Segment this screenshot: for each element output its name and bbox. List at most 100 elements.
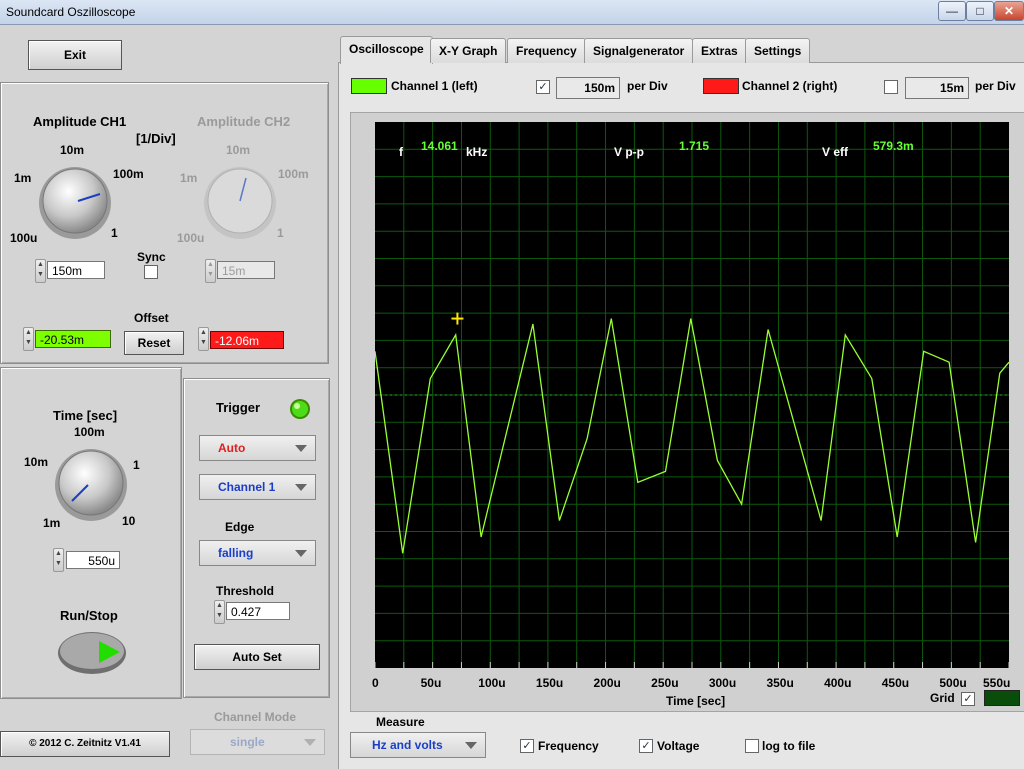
ch1-amp-spinner[interactable]: ▲ ▼	[35, 259, 46, 283]
trigger-led-icon	[290, 399, 310, 419]
title-bar: Soundcard Oszilloscope — □ ✕	[0, 0, 1024, 25]
frequency-checkbox[interactable]: ✓	[520, 739, 534, 753]
chevron-down-icon	[465, 742, 477, 749]
x-axis-label: Time [sec]	[666, 694, 726, 708]
scope-plot[interactable]	[375, 122, 1009, 668]
trigger-edge-dropdown[interactable]: falling	[199, 540, 316, 566]
runstop-label: Run/Stop	[60, 608, 118, 623]
x-tick-label: 450u	[881, 676, 910, 690]
frequency-readout-unit: kHz	[466, 145, 488, 159]
knob-ch2-tick-10m: 10m	[226, 143, 251, 157]
vpp-readout-label: V p-p	[614, 145, 644, 159]
ch2-per-div-field[interactable]: 15m	[905, 77, 969, 99]
ch2-offset-field[interactable]: -12.06m	[210, 331, 284, 349]
trigger-channel-dropdown[interactable]: Channel 1	[199, 474, 316, 500]
log-to-file-label: log to file	[762, 739, 816, 753]
close-button[interactable]: ✕	[994, 1, 1024, 21]
x-tick-label: 300u	[708, 676, 737, 690]
chevron-down-icon	[295, 484, 307, 491]
offset-label: Offset	[134, 311, 169, 325]
channel-mode-dropdown: single	[190, 729, 325, 755]
tab-extras[interactable]: Extras	[692, 38, 747, 63]
measure-mode-value: Hz and volts	[372, 738, 443, 752]
tab-xy-graph[interactable]: X-Y Graph	[430, 38, 507, 63]
ch2-per-div-label: per Div	[975, 79, 1016, 93]
channel-mode-label: Channel Mode	[214, 710, 297, 724]
edge-label: Edge	[225, 520, 255, 534]
tab-frequency[interactable]: Frequency	[507, 38, 586, 63]
amplitude-ch1-knob[interactable]	[30, 158, 120, 248]
time-knob[interactable]	[46, 440, 136, 530]
vpp-readout-value: 1.715	[679, 139, 710, 153]
trigger-mode-dropdown[interactable]: Auto	[199, 435, 316, 461]
time-title: Time [sec]	[53, 408, 118, 423]
ch1-per-div-field[interactable]: 150m	[556, 77, 620, 99]
x-tick-label: 200u	[593, 676, 621, 690]
ch2-color-swatch	[703, 78, 739, 94]
frequency-checkbox-label: Frequency	[538, 739, 599, 753]
ch1-amp-field[interactable]: 150m	[47, 261, 105, 279]
time-spinner[interactable]: ▲ ▼	[53, 548, 64, 572]
frequency-readout-label: f	[399, 145, 403, 159]
threshold-spinner[interactable]: ▲ ▼	[214, 600, 225, 624]
run-stop-button[interactable]	[56, 630, 128, 676]
sync-label: Sync	[137, 250, 166, 264]
x-tick-label: 350u	[766, 676, 794, 690]
channel-mode-value: single	[230, 735, 265, 749]
trigger-mode-value: Auto	[218, 441, 246, 455]
x-tick-label: 500u	[939, 676, 967, 690]
x-tick-label: 0	[372, 676, 379, 690]
log-to-file-checkbox[interactable]	[745, 739, 759, 753]
ch1-label: Channel 1 (left)	[391, 79, 478, 93]
auto-set-button[interactable]: Auto Set	[194, 644, 320, 670]
minimize-button[interactable]: —	[938, 1, 966, 21]
time-field[interactable]: 550u	[66, 551, 120, 569]
exit-button[interactable]: Exit	[28, 40, 122, 70]
offset-reset-button[interactable]: Reset	[124, 331, 184, 355]
sync-checkbox[interactable]	[144, 265, 158, 279]
ch2-offset-spinner[interactable]: ▲ ▼	[198, 327, 209, 351]
ch2-enable-checkbox[interactable]	[884, 80, 898, 94]
amp-ch2-title: Amplitude CH2	[197, 114, 291, 129]
grid-label: Grid	[930, 691, 955, 705]
frequency-readout-value: 14.061	[421, 139, 458, 153]
chevron-down-icon	[304, 739, 316, 746]
x-tick-label: 400u	[824, 676, 852, 690]
chevron-down-icon	[295, 445, 307, 452]
x-tick-label: 150u	[535, 676, 564, 690]
ch1-offset-field[interactable]: -20.53m	[35, 330, 111, 348]
window-title: Soundcard Oszilloscope	[6, 5, 136, 19]
voltage-checkbox[interactable]: ✓	[639, 739, 653, 753]
amp-ch1-unit: [1/Div]	[136, 131, 176, 146]
grid-color-swatch[interactable]	[984, 690, 1020, 706]
copyright-label: © 2012 C. Zeitnitz V1.41	[0, 731, 170, 757]
amplitude-ch2-knob	[204, 167, 276, 239]
maximize-button[interactable]: □	[966, 1, 994, 21]
trigger-title: Trigger	[216, 400, 261, 415]
tab-settings[interactable]: Settings	[745, 38, 811, 63]
ch1-offset-spinner[interactable]: ▲ ▼	[23, 327, 34, 351]
ch2-label: Channel 2 (right)	[742, 79, 838, 93]
threshold-field[interactable]: 0.427	[226, 602, 290, 620]
time-tick-100m: 100m	[74, 425, 105, 439]
chevron-down-icon	[295, 550, 307, 557]
voltage-checkbox-label: Voltage	[657, 739, 700, 753]
ch2-amp-field: 15m	[217, 261, 275, 279]
threshold-label: Threshold	[216, 584, 275, 598]
time-tick-10m: 10m	[24, 455, 49, 469]
x-tick-label: 100u	[478, 676, 506, 690]
ch1-per-div-label: per Div	[627, 79, 668, 93]
tab-oscilloscope[interactable]: Oscilloscope	[340, 36, 433, 64]
x-tick-label: 550u	[983, 676, 1011, 690]
veff-readout-value: 579.3m	[873, 139, 914, 153]
amp-ch1-title: Amplitude CH1	[33, 114, 127, 129]
grid-checkbox[interactable]: ✓	[961, 692, 975, 706]
ch1-enable-checkbox[interactable]: ✓	[536, 80, 550, 94]
veff-readout-label: V eff	[822, 145, 849, 159]
ch1-color-swatch	[351, 78, 387, 94]
x-tick-label: 250u	[651, 676, 679, 690]
x-tick-label: 50u	[420, 676, 442, 690]
measure-mode-dropdown[interactable]: Hz and volts	[350, 732, 486, 758]
knob-ch1-tick-1m: 1m	[14, 171, 32, 185]
tab-signalgenerator[interactable]: Signalgenerator	[584, 38, 694, 63]
